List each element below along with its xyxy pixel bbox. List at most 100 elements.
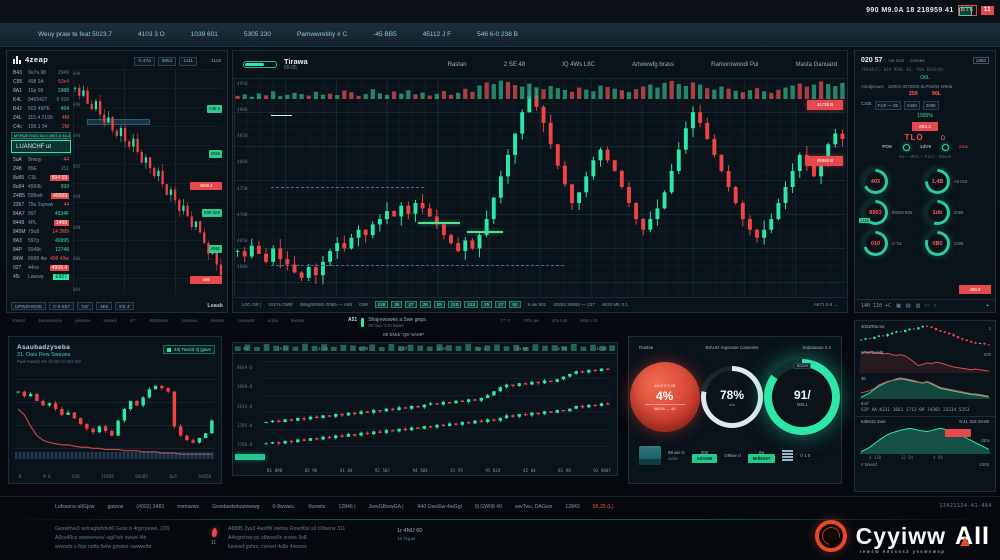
change-chip: 44 bbox=[63, 202, 69, 208]
session-chip: 92 bbox=[509, 301, 520, 308]
watchlist-row[interactable]: Z4L 115.4 2199 4M bbox=[11, 113, 71, 122]
watchlist-note: MTRUETHJO 04 0 4907-6 40-4 bbox=[11, 132, 71, 139]
watchlist-row[interactable]: 84A7 997 4934F bbox=[11, 209, 71, 218]
grid-icon[interactable]: ▦ bbox=[896, 303, 901, 309]
session-chip: 27 bbox=[495, 301, 506, 308]
ticker: 84P bbox=[13, 247, 28, 253]
session-chip: 27 bbox=[405, 301, 416, 308]
area-chart-row[interactable]: 430s bbox=[859, 426, 991, 454]
watchlist-row[interactable]: 8A1 15p 98 2988 bbox=[11, 86, 71, 95]
toolbar-item[interactable]: Weuy praw te feat 5023.7 bbox=[38, 31, 112, 38]
toolbar-item[interactable]: 5305 230 bbox=[244, 31, 271, 38]
apply-button[interactable]: MdNA5T bbox=[748, 454, 776, 463]
chart-menu-item[interactable]: Artwwwfg brass bbox=[632, 62, 674, 68]
timeframe-button[interactable]: C-9 E57 bbox=[49, 302, 74, 310]
chart-footnote: A51 Shajrewawes a Swe gega 00 fara 'Cch … bbox=[348, 317, 426, 328]
timeframe-button[interactable]: 4E5 bbox=[96, 302, 112, 310]
watchlist-mini-chart[interactable]: 498496494492490488486484 A49 42995E99 4w… bbox=[73, 69, 223, 294]
square-icon[interactable]: □ bbox=[925, 303, 928, 309]
watchlist-tab[interactable]: 1111 bbox=[179, 57, 197, 66]
main-chart-area[interactable]: 49504900485048004750470046504600 41735 B… bbox=[234, 78, 846, 296]
meta-item: 484x L45 bbox=[580, 318, 597, 323]
watchlist-row[interactable]: K4L 9465427 8 998 bbox=[11, 95, 71, 104]
watchlist-row[interactable]: 45i Lawwp E927 bbox=[11, 272, 71, 281]
watchlist-tab-extra[interactable]: 1118 bbox=[211, 59, 221, 64]
status-dot-icon[interactable] bbox=[942, 144, 949, 151]
watchlist-row[interactable]: Z48 89E 151 bbox=[11, 164, 71, 173]
watchlist-row[interactable]: 84P 5948c 12748 bbox=[11, 245, 71, 254]
chart-menu-item[interactable]: Ramorowoodi Pul bbox=[711, 62, 758, 68]
selected-symbol-box[interactable]: LUANCHF ut bbox=[11, 140, 71, 153]
watchlist-row[interactable]: B43 9u7a 98 2949 bbox=[11, 68, 71, 77]
status-strip: Lufsasrw a0Gjswgawvw(#092) 2481memwwsGws… bbox=[55, 504, 614, 510]
stat-box[interactable]: F1/0 — 05 bbox=[875, 101, 902, 110]
toolbar-item[interactable]: Pamwwretitiy # C bbox=[297, 31, 347, 38]
watchlist-row[interactable]: C95 498 9A 53c4 bbox=[11, 77, 71, 86]
toolbar-item[interactable]: -45 BB5 bbox=[373, 31, 397, 38]
stat-gauge: 8903 1329 93539 B05 bbox=[863, 200, 925, 225]
liquidity-band bbox=[15, 452, 215, 459]
toolbar-item[interactable]: 546 6-0 238 B bbox=[477, 31, 518, 38]
ring-gauge-icon: 1db bbox=[925, 200, 950, 225]
chart-menu-item[interactable]: 2 SE 48 bbox=[504, 62, 525, 68]
timeframe-button[interactable]: 5'E 4' bbox=[115, 302, 134, 310]
status-dot-icon[interactable] bbox=[903, 144, 910, 151]
confirm-button[interactable]: VdAHM bbox=[692, 454, 718, 463]
stat-gauge: 010 O '91 bbox=[863, 231, 925, 256]
brand-logo: Cyyiww rewsw A8ssss3 ysswswsp AII bbox=[815, 520, 990, 552]
watchlist-tabs: 0-47a 98511111 bbox=[134, 57, 197, 66]
folder-icon[interactable] bbox=[639, 446, 661, 465]
battery-icon bbox=[361, 318, 364, 327]
panel-a-chart[interactable] bbox=[15, 379, 215, 461]
add-icon[interactable]: + bbox=[986, 303, 989, 309]
trading-dashboard: 990 M9.0A 18 218959 41 BTE 11 Weuy praw … bbox=[0, 0, 1000, 560]
chart-menu: Rastan 2 SE 48 IQ 4Ws L8C Artwwwfg brass Ram… bbox=[448, 62, 837, 68]
chart-menu-item[interactable]: Rastan bbox=[448, 62, 467, 68]
rows-icon[interactable]: ▤ bbox=[906, 303, 911, 309]
meta-strip-right: 'C7 4'F/Ru aw40u L45484x L45 bbox=[500, 318, 597, 323]
chart-footer-button[interactable]: UPWZHOGE bbox=[11, 302, 46, 310]
watchlist-row[interactable]: 8u85 C9L 894 59 bbox=[11, 173, 71, 182]
toolbar-item[interactable]: 45112 J F bbox=[423, 31, 451, 38]
stat-box[interactable]: 2096 bbox=[923, 101, 939, 110]
toolbar-item[interactable]: 1039 601 bbox=[191, 31, 218, 38]
watchlist-row[interactable]: 84W 8998 4w 499 49w bbox=[11, 254, 71, 263]
watchlist-tab[interactable]: 0-47a bbox=[134, 57, 154, 66]
panel-b-chart[interactable] bbox=[263, 361, 611, 451]
ticker: B4J bbox=[13, 106, 28, 112]
list-icon[interactable] bbox=[782, 450, 793, 461]
mini-chart-row[interactable]: 40 bbox=[859, 376, 991, 399]
status-item: (#092) 2481 bbox=[136, 504, 164, 510]
toolbar-item[interactable]: 4103 3 O bbox=[138, 31, 165, 38]
stats-badge[interactable]: 1993 bbox=[973, 57, 989, 64]
watchlist-row[interactable]: 2397 79u 2upww 44 bbox=[11, 200, 71, 209]
watchlist-row[interactable]: 027 44rw 4999.4 bbox=[11, 263, 71, 272]
entry-level-line bbox=[418, 222, 461, 224]
footer-section: Lufsasrw a0Gjswgawvw(#092) 2481memwwsGws… bbox=[0, 496, 1000, 560]
alert-badge[interactable]: 11 bbox=[981, 6, 994, 15]
mini-chart-row[interactable]: a/Tw/Twod8 029 bbox=[859, 350, 991, 373]
price-tag: 499 bbox=[190, 276, 222, 284]
stat-box[interactable]: 0438 bbox=[904, 101, 920, 110]
panel-b-y-axis: 8049-81090-85819-81705-81700-8 bbox=[237, 365, 261, 447]
watchlist-row[interactable]: 8u94 4999b 999 bbox=[11, 182, 71, 191]
watchlist-tab[interactable]: 9851 bbox=[158, 57, 177, 66]
watchlist-row[interactable]: 845M 79u8 14 2M9 bbox=[11, 227, 71, 236]
circle-icon[interactable]: ○ bbox=[933, 303, 936, 309]
ring-gauge-icon: 1.4B bbox=[925, 169, 950, 194]
timeframe-button[interactable]: 'CE' bbox=[77, 302, 93, 310]
watchlist-row[interactable]: 8A3 597p 49995 bbox=[11, 236, 71, 245]
watchlist-row[interactable]: 5uA 8rwqy 44 bbox=[11, 155, 71, 164]
watchlist-row[interactable]: B4J 503 49PE 454 bbox=[11, 104, 71, 113]
panel-a-badge[interactable]: 40| Ties2d 4| |gave bbox=[163, 345, 215, 354]
watchlist-row[interactable]: 8448 4PL 1499 bbox=[11, 218, 71, 227]
mini-chart-row[interactable]: 4031R0a vw 1 bbox=[859, 324, 991, 347]
chart-menu-item[interactable]: Masta Ganuard bbox=[796, 62, 837, 68]
flame-icon bbox=[212, 528, 218, 537]
chart-menu-item[interactable]: IQ 4Ws L8C bbox=[562, 62, 595, 68]
columns-icon[interactable]: ▥ bbox=[916, 303, 921, 309]
watchlist-row[interactable]: C4c 199.1 94 2M bbox=[11, 122, 71, 131]
panel-b-tabs[interactable]: 09 bMd/ 'Q5' 5AMP bbox=[383, 333, 424, 338]
watchlist-row[interactable]: Z4B5 599wb 49999 bbox=[11, 191, 71, 200]
monitor-icon[interactable] bbox=[959, 7, 972, 16]
